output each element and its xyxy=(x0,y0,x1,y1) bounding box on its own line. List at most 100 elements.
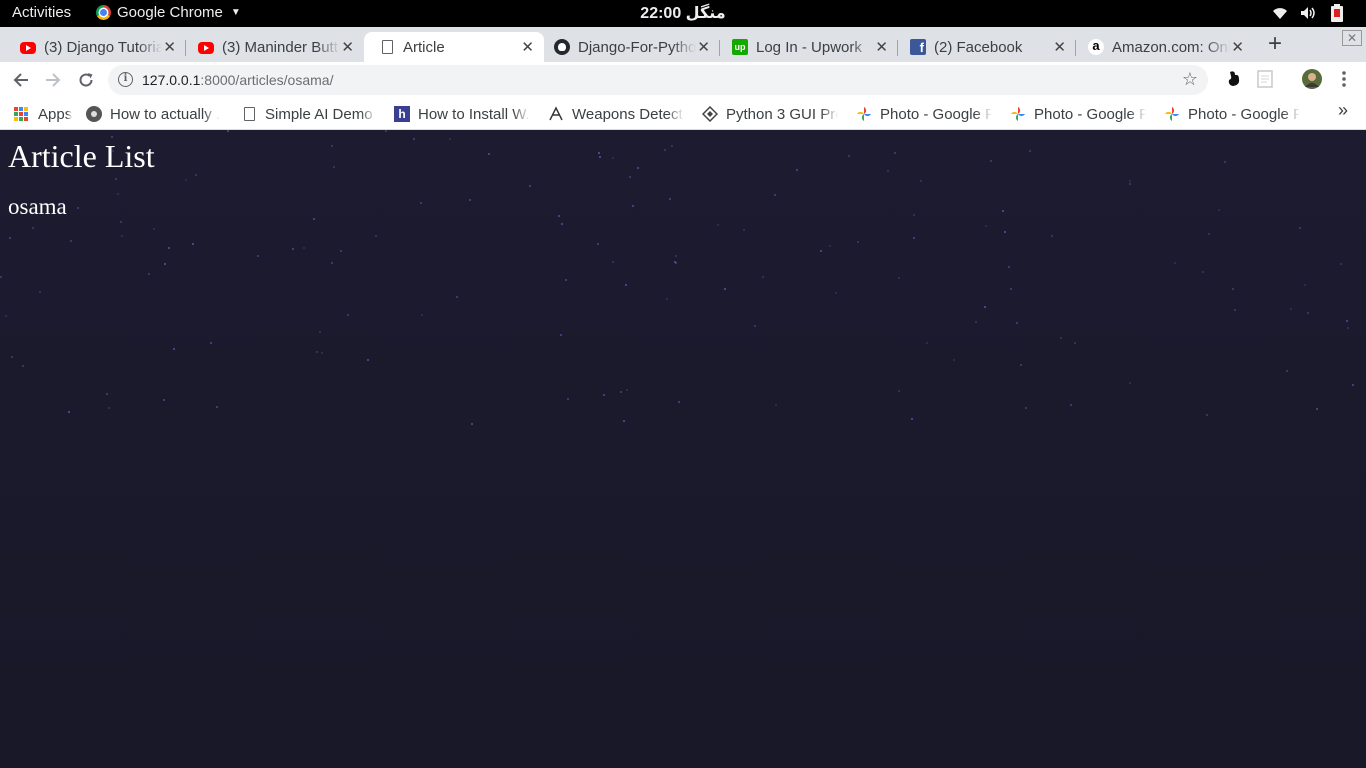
star-dot xyxy=(626,389,628,391)
star-dot xyxy=(192,243,194,245)
close-icon[interactable]: ✕ xyxy=(163,38,176,56)
star-dot xyxy=(1232,288,1234,290)
star-dot xyxy=(598,152,600,154)
tab-django-for-python[interactable]: Django-For-Python ✕ xyxy=(538,32,720,62)
bookmark-label: How to Install W... xyxy=(418,105,530,123)
star-dot xyxy=(456,296,458,298)
bookmark-how-to-install[interactable]: h How to Install W... xyxy=(394,103,530,125)
star-dot xyxy=(1304,284,1306,286)
star-dot xyxy=(984,306,986,308)
tab-facebook[interactable]: f (2) Facebook ✕ xyxy=(894,32,1076,62)
star-dot xyxy=(11,356,13,358)
bookmark-photo-google-3[interactable]: Photo - Google P... xyxy=(1164,103,1300,125)
url-text[interactable]: 127.0.0.1:8000/articles/osama/ xyxy=(142,72,333,88)
system-status-area[interactable] xyxy=(1272,4,1344,22)
star-dot xyxy=(1129,183,1131,185)
star-dot xyxy=(629,176,631,178)
bookmarks-overflow-button[interactable]: » xyxy=(1338,100,1348,121)
star-dot xyxy=(1010,288,1012,290)
url-host: 127.0.0.1 xyxy=(142,72,201,88)
star-dot xyxy=(195,174,197,176)
star-dot xyxy=(625,284,627,286)
address-bar[interactable]: i 127.0.0.1:8000/articles/osama/ ☆ xyxy=(108,65,1208,95)
star-dot xyxy=(920,180,922,182)
star-dot xyxy=(953,359,955,361)
clock[interactable]: منگل 22:00 xyxy=(640,5,725,22)
tab-title: Log In - Upwork xyxy=(756,38,862,56)
star-dot xyxy=(1129,180,1131,182)
star-dot xyxy=(913,214,915,216)
star-dot xyxy=(1286,370,1288,372)
google-photos-icon xyxy=(1165,107,1179,121)
activities-button[interactable]: Activities xyxy=(12,4,71,21)
star-dot xyxy=(620,391,622,393)
document-icon xyxy=(244,107,255,121)
star-dot xyxy=(926,342,928,344)
star-dot xyxy=(1070,404,1072,406)
star-dot xyxy=(1346,320,1348,322)
bookmark-label: Photo - Google P... xyxy=(1188,105,1300,123)
star-dot xyxy=(913,237,915,239)
star-dot xyxy=(1029,150,1031,152)
tab-maninder-butt[interactable]: (3) Maninder Butt ✕ xyxy=(182,32,364,62)
tab-title: (2) Facebook xyxy=(934,38,1023,56)
star-dot xyxy=(331,145,333,147)
star-dot xyxy=(597,243,599,245)
star-dot xyxy=(612,261,614,263)
apps-grid-icon xyxy=(14,107,28,121)
tab-title: Django-For-Python xyxy=(578,38,696,56)
bookmark-star-icon[interactable]: ☆ xyxy=(1182,69,1198,90)
star-dot xyxy=(68,411,70,413)
star-dot xyxy=(115,178,117,180)
bookmark-apps[interactable]: Apps xyxy=(14,103,72,125)
bookmark-photo-google-1[interactable]: Photo - Google P... xyxy=(856,103,992,125)
app-name: Google Chrome xyxy=(117,4,223,21)
tab-article[interactable]: Article ✕ xyxy=(364,32,544,62)
new-tab-button[interactable]: + xyxy=(1262,30,1288,58)
bookmark-photo-google-2[interactable]: Photo - Google P... xyxy=(1010,103,1146,125)
close-icon[interactable]: ✕ xyxy=(521,38,534,56)
star-dot xyxy=(1025,407,1027,409)
close-icon[interactable]: ✕ xyxy=(1231,38,1244,56)
close-icon[interactable]: ✕ xyxy=(697,38,710,56)
star-dot xyxy=(164,263,166,265)
star-dot xyxy=(561,223,563,225)
window-close-button[interactable]: ✕ xyxy=(1342,30,1362,46)
bookmark-weapons-detect[interactable]: Weapons Detect... xyxy=(548,103,684,125)
vertical-dots-icon xyxy=(1342,71,1346,87)
bookmark-simple-ai-demo[interactable]: Simple AI Demo ... xyxy=(242,103,377,125)
star-dot xyxy=(1307,312,1309,314)
arrow-right-icon xyxy=(46,73,61,87)
forward-button[interactable] xyxy=(40,67,66,93)
google-photos-icon xyxy=(857,107,871,121)
close-icon[interactable]: ✕ xyxy=(1053,38,1066,56)
star-dot xyxy=(469,199,471,201)
bookmarks-bar: Apps How to actually ... Simple AI Demo … xyxy=(0,98,1366,130)
tab-upwork[interactable]: up Log In - Upwork ✕ xyxy=(716,32,898,62)
app-menu[interactable]: Google Chrome ▼ xyxy=(96,4,241,21)
star-dot xyxy=(1202,271,1204,273)
info-icon[interactable]: i xyxy=(118,72,133,87)
back-button[interactable] xyxy=(8,67,34,93)
star-dot xyxy=(1218,209,1220,211)
star-dot xyxy=(367,359,369,361)
bookmark-python-gui[interactable]: Python 3 GUI Pro... xyxy=(702,103,838,125)
extension-icon[interactable] xyxy=(1226,70,1242,93)
reload-button[interactable] xyxy=(73,67,99,93)
star-dot xyxy=(153,228,155,230)
close-icon[interactable]: ✕ xyxy=(341,38,354,56)
bookmark-how-to-actually[interactable]: How to actually ... xyxy=(86,103,220,125)
extension-placeholder-icon[interactable] xyxy=(1257,70,1273,93)
tab-amazon[interactable]: a Amazon.com: Online ✕ xyxy=(1072,32,1254,62)
profile-avatar[interactable] xyxy=(1302,69,1322,94)
menu-button[interactable] xyxy=(1338,70,1350,93)
star-dot xyxy=(1290,308,1292,310)
h-icon: h xyxy=(394,106,410,122)
star-dot xyxy=(975,321,977,323)
star-dot xyxy=(796,169,798,171)
star-dot xyxy=(1020,364,1022,366)
tab-strip: (3) Django Tutorial ✕ (3) Maninder Butt … xyxy=(0,27,1366,62)
close-icon[interactable]: ✕ xyxy=(875,38,888,56)
bookmark-label: Weapons Detect... xyxy=(572,105,684,123)
tab-django-tutorial[interactable]: (3) Django Tutorial ✕ xyxy=(4,32,186,62)
